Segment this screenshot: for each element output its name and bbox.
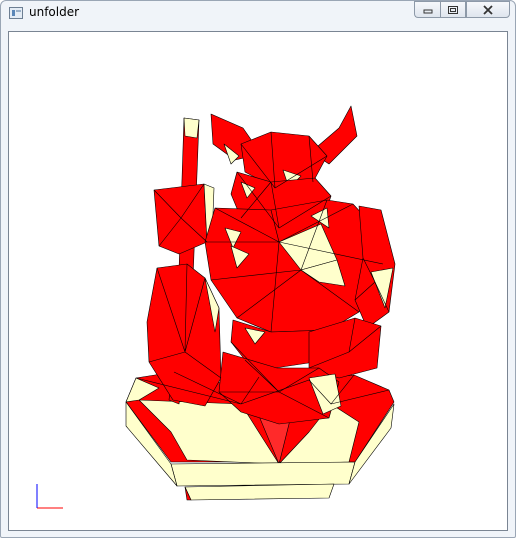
right-arm bbox=[354, 205, 396, 329]
staff-tip bbox=[183, 117, 200, 139]
model-canvas[interactable] bbox=[9, 32, 507, 530]
close-button[interactable] bbox=[466, 1, 510, 18]
title-bar[interactable]: unfolder bbox=[1, 1, 515, 27]
torso bbox=[204, 199, 384, 333]
polygon-model bbox=[125, 105, 396, 501]
caption-buttons bbox=[414, 1, 510, 19]
close-icon bbox=[483, 4, 493, 15]
base-front-band bbox=[170, 461, 356, 487]
maximize-icon bbox=[448, 5, 458, 14]
minimize-icon bbox=[423, 9, 432, 13]
window-title: unfolder bbox=[29, 5, 80, 19]
3d-viewport[interactable] bbox=[8, 31, 508, 531]
axes-gizmo-icon bbox=[36, 484, 63, 509]
base-bottom-plate bbox=[184, 483, 335, 501]
app-window: unfolder bbox=[0, 0, 516, 538]
app-window-icon[interactable] bbox=[9, 7, 23, 19]
maximize-button[interactable] bbox=[440, 1, 466, 18]
minimize-button[interactable] bbox=[414, 1, 440, 18]
